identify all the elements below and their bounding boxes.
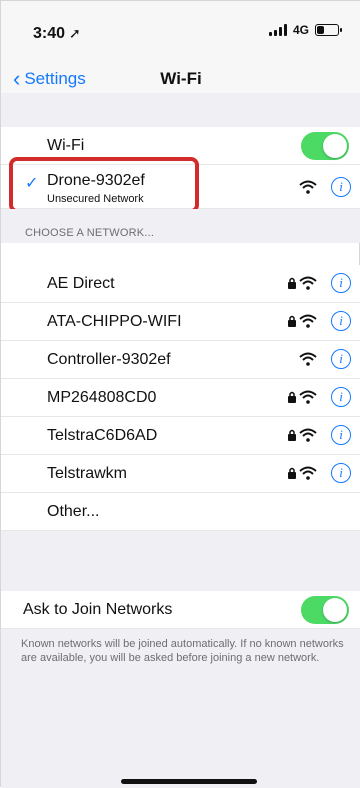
network-name: TelstraC6D6AD	[47, 426, 158, 444]
page-title: Wi-Fi	[160, 69, 202, 88]
lock-icon	[288, 429, 296, 441]
ask-join-row: Ask to Join Networks	[1, 591, 360, 629]
network-name: Telstrawkm	[47, 464, 128, 482]
lock-icon	[288, 467, 296, 479]
annotation-highlight	[9, 157, 199, 213]
network-row-controller-9302ef[interactable]: Controller-9302ef i	[1, 341, 360, 379]
network-row-ae-direct[interactable]: AE Direct i	[1, 265, 360, 303]
info-icon[interactable]: i	[331, 273, 351, 293]
network-row-telstrac6d6ad[interactable]: TelstraC6D6AD i	[1, 417, 360, 455]
wifi-icon	[299, 314, 317, 328]
spacer-middle	[1, 531, 360, 591]
home-indicator[interactable]	[121, 779, 257, 784]
network-name: Controller-9302ef	[47, 350, 171, 368]
spacer-top	[1, 93, 360, 127]
network-name: MP264808CD0	[47, 388, 157, 406]
wifi-icon	[299, 276, 317, 290]
lock-icon	[288, 315, 296, 327]
navigation-bar: ‹ Settings Wi-Fi	[1, 65, 360, 93]
toggle-knob	[323, 134, 347, 158]
ask-join-footer: Known networks will be joined automatica…	[21, 638, 344, 664]
network-name: ATA-CHIPPO-WIFI	[47, 312, 182, 330]
ask-join-toggle[interactable]	[301, 596, 349, 624]
wifi-toggle[interactable]	[301, 132, 349, 160]
wifi-settings-screen: 3:40 ➚ 4G ‹ Settings Wi-Fi Wi-Fi ✓ Drone…	[0, 0, 360, 788]
cellular-signal-icon	[268, 24, 287, 36]
wifi-icon	[299, 180, 317, 194]
network-row-ata-chippo-wifi[interactable]: ATA-CHIPPO-WIFI i	[1, 303, 360, 341]
wifi-icon	[299, 390, 317, 404]
wifi-icon	[299, 466, 317, 480]
network-row-other[interactable]: Other...	[1, 493, 360, 531]
info-icon[interactable]: i	[331, 177, 351, 197]
info-icon[interactable]: i	[331, 463, 351, 483]
location-arrow-icon: ➚	[69, 25, 81, 41]
network-row-telstrawkm[interactable]: Telstrawkm i	[1, 455, 360, 493]
toggle-knob	[323, 598, 347, 622]
status-bar: 3:40 ➚ 4G	[1, 1, 360, 65]
network-name: AE Direct	[47, 274, 115, 292]
battery-icon	[315, 24, 342, 36]
status-time: 3:40	[33, 25, 66, 42]
ask-join-label: Ask to Join Networks	[23, 600, 173, 618]
wifi-toggle-label: Wi-Fi	[47, 136, 85, 154]
network-type: 4G	[292, 23, 309, 37]
status-indicators: 4G	[268, 23, 342, 37]
info-icon[interactable]: i	[331, 387, 351, 407]
info-icon[interactable]: i	[331, 425, 351, 445]
wifi-icon	[299, 428, 317, 442]
info-icon[interactable]: i	[331, 349, 351, 369]
other-networks-label: Other...	[47, 502, 100, 520]
lock-icon	[288, 277, 296, 289]
choose-network-header: CHOOSE A NETWORK...	[1, 209, 360, 243]
info-icon[interactable]: i	[331, 311, 351, 331]
lock-icon	[288, 391, 296, 403]
network-row-mp264808cd0[interactable]: MP264808CD0 i	[1, 379, 360, 417]
wifi-icon	[299, 352, 317, 366]
